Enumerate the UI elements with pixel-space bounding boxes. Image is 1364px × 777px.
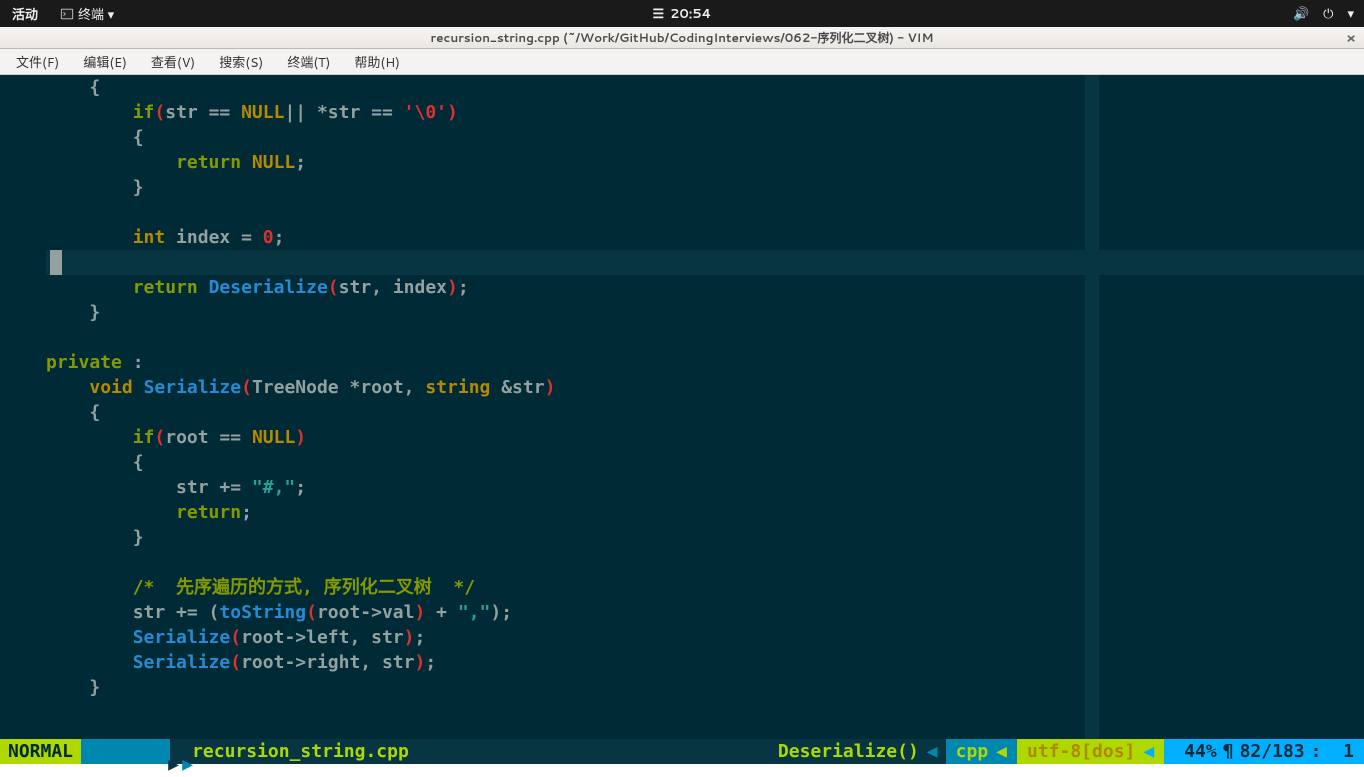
code-line[interactable]: 5 {	[0, 125, 1364, 150]
separator-icon	[1143, 739, 1154, 764]
code-line[interactable]: 2 }	[0, 300, 1364, 325]
code-line[interactable]: 7 if(root == NULL)	[0, 425, 1364, 450]
app-menu-button[interactable]: 终端 ▾	[50, 4, 124, 24]
line-content: {	[42, 450, 144, 475]
tray-chevron-icon: ▾	[1347, 5, 1354, 23]
code-line[interactable]: 14 str += (toString(root->val) + ",");	[0, 600, 1364, 625]
cursor	[50, 250, 62, 275]
encoding-segment: utf-8[dos]	[1017, 739, 1164, 764]
code-line[interactable]: 10 return;	[0, 500, 1364, 525]
code-line[interactable]: 4private :	[0, 350, 1364, 375]
clock-label: 20:54	[670, 5, 711, 23]
filetype-segment: cpp	[946, 739, 1017, 764]
code-line[interactable]: 3 }	[0, 175, 1364, 200]
line-content: str += "#,";	[42, 475, 306, 500]
code-buffer[interactable]: 7 {6 if(str == NULL|| *str == '\0')5 {4 …	[0, 75, 1364, 739]
line-content: /* 先序遍历的方式, 序列化二叉树 */	[42, 575, 475, 600]
menu-item[interactable]: 文件(F)	[4, 48, 71, 76]
code-line[interactable]: 6 if(str == NULL|| *str == '\0')	[0, 100, 1364, 125]
mode-indicator: NORMAL	[0, 739, 81, 764]
filename-segment: recursion_string.cpp	[170, 739, 770, 764]
git-branch-segment: master	[81, 739, 170, 764]
line-content: return NULL;	[42, 150, 306, 175]
terminal-icon	[60, 7, 74, 21]
code-line[interactable]: 1 return Deserialize(str, index);	[0, 275, 1364, 300]
line-content: }	[42, 300, 100, 325]
volume-icon: 🔊	[1293, 5, 1309, 23]
vim-statusline: NORMAL master recursion_string.cpp Deser…	[0, 739, 1364, 764]
line-content: }	[42, 175, 144, 200]
line-content: {	[42, 125, 144, 150]
menu-item[interactable]: 搜索(S)	[207, 48, 275, 76]
line-content: private :	[42, 350, 144, 375]
code-line[interactable]: 16 Serialize(root->right, str);	[0, 650, 1364, 675]
line-content: return Deserialize(str, index);	[42, 275, 469, 300]
line-content: if(str == NULL|| *str == '\0')	[42, 100, 458, 125]
code-line[interactable]: 82	[0, 250, 1364, 275]
window-titlebar: recursion_string.cpp (~/Work/GitHub/Codi…	[0, 27, 1364, 49]
code-line[interactable]: 15 Serialize(root->left, str);	[0, 625, 1364, 650]
menu-item[interactable]: 终端(T)	[275, 48, 342, 76]
code-line[interactable]: 5 void Serialize(TreeNode *root, string …	[0, 375, 1364, 400]
line-content: void Serialize(TreeNode *root, string &s…	[42, 375, 555, 400]
menu-item[interactable]: 编辑(E)	[71, 48, 139, 76]
window-close-button[interactable]: ×	[1346, 28, 1356, 48]
system-tray[interactable]: 🔊 ⏻ ▾	[1293, 5, 1354, 23]
code-line[interactable]: 7 {	[0, 75, 1364, 100]
code-line[interactable]: 17 }	[0, 675, 1364, 700]
activities-button[interactable]: 活动	[0, 4, 50, 24]
window-title: recursion_string.cpp (~/Work/GitHub/Codi…	[431, 29, 934, 46]
vim-editor[interactable]: 7 {6 if(str == NULL|| *str == '\0')5 {4 …	[0, 75, 1364, 764]
function-segment: Deserialize()	[770, 739, 946, 764]
menu-item[interactable]: 查看(V)	[139, 48, 207, 76]
separator-icon	[927, 739, 938, 764]
app-menu-label: 终端 ▾	[78, 4, 114, 24]
menu-item[interactable]: 帮助(H)	[342, 48, 412, 76]
line-content: if(root == NULL)	[42, 425, 306, 450]
line-content: int index = 0;	[42, 225, 284, 250]
separator-icon	[996, 739, 1007, 764]
line-content: return;	[42, 500, 252, 525]
line-content: Serialize(root->right, str);	[42, 650, 436, 675]
line-number-gutter-bg	[0, 75, 46, 764]
code-line[interactable]: 8 {	[0, 450, 1364, 475]
line-content: {	[42, 400, 100, 425]
code-line[interactable]: 3	[0, 325, 1364, 350]
code-line[interactable]: 11 }	[0, 525, 1364, 550]
terminal-menubar: 文件(F)编辑(E)查看(V)搜索(S)终端(T)帮助(H)	[0, 49, 1364, 75]
code-line[interactable]: 2	[0, 200, 1364, 225]
clock-menu-icon: ☰	[653, 5, 665, 23]
line-content: Serialize(root->left, str);	[42, 625, 425, 650]
position-segment: 44% ¶ 82/183 : 1	[1164, 739, 1364, 764]
line-content: }	[42, 525, 144, 550]
code-line[interactable]: 4 return NULL;	[0, 150, 1364, 175]
power-icon: ⏻	[1323, 5, 1333, 23]
code-line[interactable]: 9 str += "#,";	[0, 475, 1364, 500]
code-line[interactable]: 12	[0, 550, 1364, 575]
line-content: str += (toString(root->val) + ",");	[42, 600, 512, 625]
clock-area[interactable]: ☰ 20:54	[653, 5, 712, 23]
line-content: {	[42, 75, 100, 100]
line-content: }	[42, 675, 100, 700]
code-line[interactable]: 13 /* 先序遍历的方式, 序列化二叉树 */	[0, 575, 1364, 600]
pilcrow-icon: ¶	[1223, 739, 1234, 764]
code-line[interactable]: 1 int index = 0;	[0, 225, 1364, 250]
code-line[interactable]: 6 {	[0, 400, 1364, 425]
gnome-top-bar: 活动 终端 ▾ ☰ 20:54 🔊 ⏻ ▾	[0, 0, 1364, 27]
